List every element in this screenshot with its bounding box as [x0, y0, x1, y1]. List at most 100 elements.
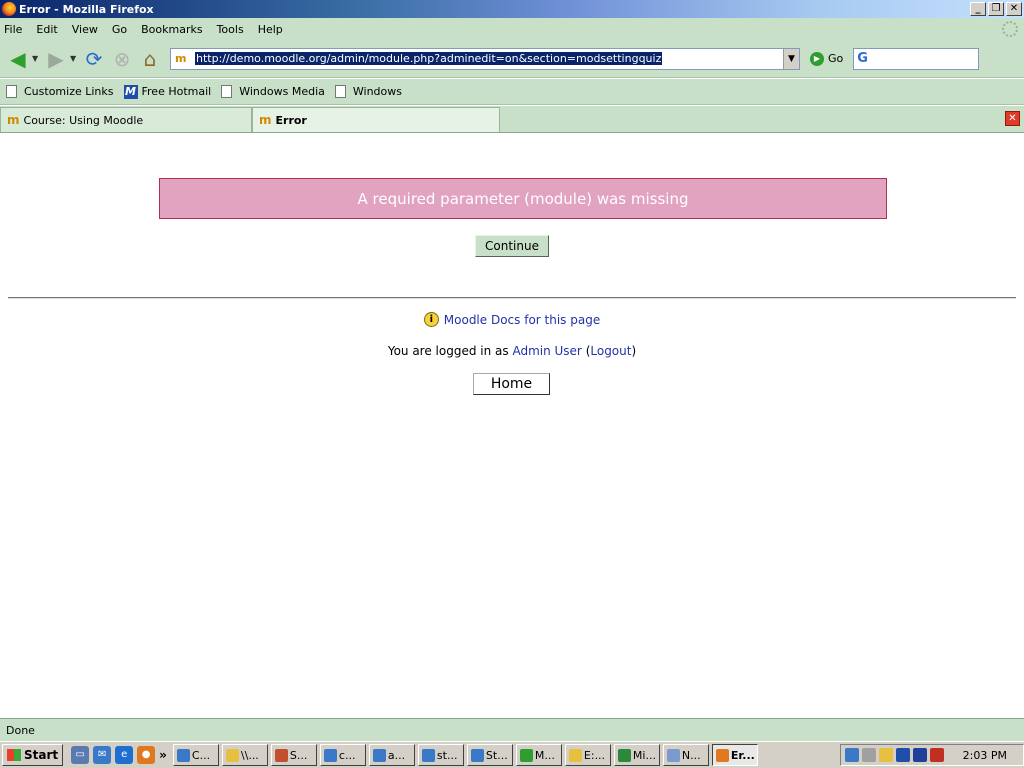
task-button[interactable]: c... — [319, 744, 366, 766]
back-dropdown-icon[interactable]: ▼ — [32, 54, 42, 63]
task-button[interactable]: E:... — [564, 744, 611, 766]
firefox-icon — [715, 748, 729, 762]
logout-link[interactable]: Logout — [590, 344, 631, 358]
menu-help[interactable]: Help — [258, 23, 283, 36]
taskbar: Start ▭ ✉ e ● » C... \\... S... c... a..… — [0, 741, 1024, 768]
home-icon[interactable]: ⌂ — [136, 45, 164, 73]
task-label: E:... — [583, 748, 606, 762]
error-message-box: A required parameter (module) was missin… — [159, 178, 887, 219]
network-icon[interactable] — [845, 748, 859, 762]
window-titlebar: Error - Mozilla Firefox _ ❐ ✕ — [0, 0, 1024, 18]
close-button[interactable]: ✕ — [1006, 2, 1022, 16]
task-button[interactable]: St... — [466, 744, 513, 766]
info-icon: i — [423, 312, 439, 327]
bookmark-label: Customize Links — [24, 85, 114, 98]
bookmark-free-hotmail[interactable]: M Free Hotmail — [123, 84, 212, 99]
home-button[interactable]: Home — [473, 373, 550, 395]
back-arrow-icon[interactable]: ◀ — [4, 45, 32, 73]
folder-icon — [568, 748, 582, 762]
tab-error[interactable]: m Error — [252, 107, 500, 132]
search-input[interactable]: G — [853, 47, 980, 70]
task-button[interactable]: S... — [270, 744, 317, 766]
task-buttons: C... \\... S... c... a... st... St... M.… — [172, 744, 758, 766]
go-label: Go — [828, 52, 844, 65]
window-title: Error - Mozilla Firefox — [19, 2, 154, 16]
page-icon — [334, 85, 346, 98]
bookmark-windows-media[interactable]: Windows Media — [221, 85, 325, 98]
outlook-icon[interactable]: ✉ — [93, 746, 112, 764]
start-button[interactable]: Start — [2, 744, 64, 766]
task-button[interactable]: \\... — [221, 744, 268, 766]
tab-bar: m Course: Using Moodle m Error ✕ — [0, 106, 1024, 133]
volume-icon[interactable] — [862, 748, 876, 762]
menu-bar: File Edit View Go Bookmarks Tools Help — [0, 18, 1024, 40]
menu-edit[interactable]: Edit — [36, 23, 57, 36]
moodle-favicon-icon: m — [259, 113, 272, 127]
go-button[interactable]: ▶ Go — [810, 51, 844, 66]
moodle-favicon-icon: m — [175, 51, 187, 65]
task-button-active[interactable]: Er... — [711, 744, 758, 766]
task-button[interactable]: C... — [172, 744, 219, 766]
reload-icon[interactable]: ⟳ — [80, 45, 108, 73]
bookmark-label: Free Hotmail — [141, 85, 212, 98]
stop-icon[interactable]: ⊗ — [108, 45, 136, 73]
url-dropdown-icon[interactable]: ▼ — [783, 48, 799, 69]
task-label: Mi... — [632, 748, 656, 762]
restore-button[interactable]: ❐ — [988, 2, 1004, 16]
status-bar: Done — [0, 718, 1024, 741]
tab-course-using-moodle[interactable]: m Course: Using Moodle — [0, 107, 252, 132]
task-label: N... — [681, 748, 701, 762]
menu-file[interactable]: File — [4, 23, 22, 36]
menu-go[interactable]: Go — [112, 23, 127, 36]
tab-label: Error — [275, 113, 307, 127]
internet-explorer-icon[interactable]: e — [115, 746, 134, 764]
forward-arrow-icon[interactable]: ▶ — [42, 45, 70, 73]
notepad-icon — [666, 748, 680, 762]
app-tray-icon[interactable] — [896, 748, 910, 762]
task-button[interactable]: a... — [368, 744, 415, 766]
url-text[interactable]: http://demo.moodle.org/admin/module.php?… — [195, 52, 663, 65]
app-icon — [274, 748, 288, 762]
bookmark-customize-links[interactable]: Customize Links — [6, 85, 114, 98]
close-tab-icon[interactable]: ✕ — [1005, 111, 1020, 126]
bookmark-windows[interactable]: Windows — [334, 85, 402, 98]
minimize-button[interactable]: _ — [970, 2, 986, 16]
task-button[interactable]: M... — [515, 744, 562, 766]
task-button[interactable]: N... — [662, 744, 709, 766]
clock: 2:03 PM — [962, 748, 1007, 762]
task-label: Er... — [730, 748, 755, 762]
google-search-icon[interactable]: G — [857, 51, 868, 66]
ie-icon — [421, 748, 435, 762]
moodle-docs-link[interactable]: Moodle Docs for this page — [444, 313, 600, 327]
excel-icon — [617, 748, 631, 762]
throbber-icon — [1002, 21, 1018, 37]
bookmark-label: Windows — [352, 85, 402, 98]
tray-8-icon[interactable] — [913, 748, 927, 762]
security-icon[interactable] — [879, 748, 893, 762]
system-tray: 2:03 PM — [840, 744, 1024, 766]
traffic-light-icon[interactable] — [930, 748, 944, 762]
page-icon — [6, 85, 17, 98]
task-button[interactable]: Mi... — [613, 744, 660, 766]
firefox-icon[interactable]: ● — [137, 746, 156, 764]
page-icon — [221, 85, 233, 98]
quick-launch-more-icon[interactable]: » — [159, 748, 167, 762]
menu-tools[interactable]: Tools — [217, 23, 244, 36]
bookmarks-toolbar: Customize Links M Free Hotmail Windows M… — [0, 79, 1024, 105]
admin-user-link[interactable]: Admin User — [512, 344, 581, 358]
moodle-docs-link-row: i Moodle Docs for this page — [0, 312, 1024, 327]
status-text: Done — [6, 723, 35, 737]
login-prefix: You are logged in as — [387, 344, 513, 358]
task-button[interactable]: st... — [417, 744, 464, 766]
login-close-paren: ) — [631, 344, 637, 358]
address-bar[interactable]: m http://demo.moodle.org/admin/module.ph… — [170, 47, 800, 70]
task-label: c... — [338, 748, 356, 762]
menu-bookmarks[interactable]: Bookmarks — [141, 23, 202, 36]
forward-dropdown-icon[interactable]: ▼ — [70, 54, 80, 63]
menu-view[interactable]: View — [72, 23, 98, 36]
task-label: a... — [387, 748, 406, 762]
ie-icon — [470, 748, 484, 762]
continue-button[interactable]: Continue — [475, 235, 549, 257]
show-desktop-icon[interactable]: ▭ — [71, 746, 90, 764]
firefox-icon — [2, 2, 16, 16]
